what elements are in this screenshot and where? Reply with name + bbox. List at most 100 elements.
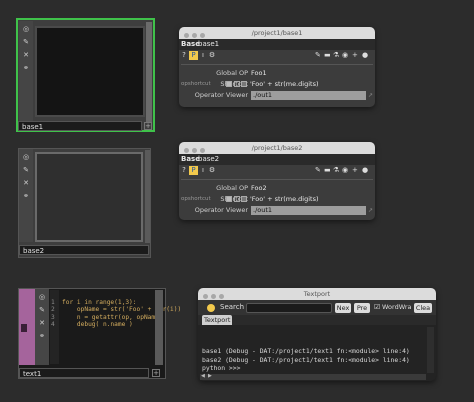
op-viewer: [35, 152, 143, 242]
textport-window[interactable]: Textport Search Nex Pre ☑ WordWra Clea T…: [198, 288, 436, 381]
ops-icon[interactable]: ◉: [342, 166, 348, 175]
right-handle-bar[interactable]: [145, 150, 150, 243]
textport-output[interactable]: base1 (Debug - DAT:/project1/text1 fn:<m…: [202, 338, 410, 373]
textport-tab-row: Textport: [198, 315, 436, 325]
cross-icon[interactable]: ✕: [21, 50, 31, 60]
add-icon[interactable]: +: [352, 166, 358, 175]
expression-field[interactable]: 'Foo' + str(me.digits): [250, 194, 319, 205]
link-icon[interactable]: ⚭: [21, 191, 31, 201]
horizontal-scrollbar[interactable]: [200, 374, 426, 380]
right-handle-bar[interactable]: [155, 290, 163, 365]
line-number: 4: [51, 320, 55, 328]
wordwrap-label: WordWra: [382, 303, 412, 311]
op-viewer: [35, 26, 145, 117]
line-number: 1: [51, 299, 55, 307]
info-icon[interactable]: ı: [200, 51, 206, 60]
gear-icon[interactable]: ⚙: [208, 51, 216, 60]
line-number: 3: [51, 313, 55, 321]
mode-toggle[interactable]: [226, 196, 232, 202]
comment-icon[interactable]: ▬: [324, 51, 331, 60]
param-row-viewer: Operator Viewer ./out1 ↗: [179, 90, 375, 101]
code-line: n = getattr(op, opName): [62, 313, 163, 321]
op-name-field[interactable]: base1: [198, 39, 219, 50]
dialog-title: /project1/base1: [251, 29, 303, 37]
op-header: Base base2: [179, 154, 375, 165]
op-name-label[interactable]: text1: [19, 368, 149, 378]
mode-toggle[interactable]: [234, 196, 240, 202]
ops-icon[interactable]: ◉: [342, 51, 348, 60]
link-icon[interactable]: ⚭: [37, 331, 47, 341]
param-value[interactable]: Foo1: [251, 68, 267, 79]
mode-toggle[interactable]: [234, 81, 240, 87]
wrench-icon[interactable]: ✎: [315, 166, 321, 175]
param-row-expression: opshortcut 'Foo' + str(me.digits): [179, 194, 375, 205]
mode-toggle[interactable]: [241, 81, 247, 87]
search-label: Search: [220, 303, 245, 311]
code-line: opName = str('Foo' + str(i)): [62, 306, 182, 314]
search-input[interactable]: [246, 303, 332, 313]
prev-button[interactable]: Pre: [354, 303, 370, 313]
python-icon[interactable]: P: [189, 51, 198, 60]
dat-in-connector[interactable]: [21, 324, 27, 332]
wrench-icon[interactable]: ✎: [315, 51, 321, 60]
cross-icon[interactable]: ✕: [21, 178, 31, 188]
param-value[interactable]: Foo2: [251, 183, 267, 194]
brush-icon[interactable]: ✎: [21, 165, 31, 175]
dot-icon[interactable]: ●: [362, 166, 368, 175]
dialog-titlebar[interactable]: /project1/base1: [179, 27, 375, 39]
viewer-field[interactable]: ./out1: [251, 91, 366, 100]
clear-button[interactable]: Clea: [414, 303, 432, 313]
brush-icon[interactable]: ✎: [37, 305, 47, 315]
code-line: debug( n.name ): [62, 320, 133, 328]
help-icon[interactable]: ?: [181, 51, 187, 60]
output-line: python >>>: [202, 364, 241, 373]
brush-icon[interactable]: ✎: [21, 37, 31, 47]
gear-icon[interactable]: ⚙: [208, 166, 216, 175]
comment-icon[interactable]: ▬: [324, 166, 331, 175]
python-icon[interactable]: P: [189, 166, 198, 175]
expression-field[interactable]: 'Foo' + str(me.digits): [250, 79, 319, 90]
vertical-scrollbar[interactable]: [427, 327, 434, 373]
param-row-shortcut: Global OP Shortcut Foo1: [179, 68, 375, 88]
param-code-name: opshortcut: [181, 81, 211, 87]
target-icon[interactable]: ◎: [37, 292, 47, 302]
dialog-toolbar: ? P ı ⚙ ✎ ▬ ⚗ ◉ + ●: [179, 165, 375, 176]
op-name-label[interactable]: base2: [19, 245, 149, 255]
op-name-field[interactable]: base2: [198, 154, 219, 165]
add-output-button[interactable]: +: [152, 369, 160, 377]
target-icon[interactable]: ◎: [21, 152, 31, 162]
textport-titlebar[interactable]: Textport: [198, 288, 436, 300]
wordwrap-checkbox[interactable]: ☑: [374, 304, 380, 311]
parameter-dialog-base2[interactable]: /project1/base2 Base base2 ? P ı ⚙ ✎ ▬ ⚗…: [179, 142, 375, 220]
op-header: Base base1: [179, 39, 375, 50]
link-icon[interactable]: ⚭: [21, 63, 31, 73]
parameter-dialog-base1[interactable]: /project1/base1 Base base1 ? P ı ⚙ ✎ ▬ ⚗…: [179, 27, 375, 107]
param-row-shortcut: Global OP Shortcut Foo2: [179, 183, 375, 203]
scroll-right-icon[interactable]: ▶: [208, 373, 212, 379]
next-button[interactable]: Nex: [335, 303, 351, 313]
mode-toggle[interactable]: [241, 196, 247, 202]
cross-icon[interactable]: ✕: [37, 318, 47, 328]
viewer-field[interactable]: ./out1: [251, 206, 366, 215]
textport-title: Textport: [303, 290, 331, 298]
add-icon[interactable]: +: [352, 51, 358, 60]
info-icon[interactable]: ı: [200, 166, 206, 175]
add-output-button[interactable]: +: [144, 122, 152, 130]
drag-icon[interactable]: ↗: [368, 205, 373, 216]
dialog-title: /project1/base2: [251, 144, 303, 152]
drag-icon[interactable]: ↗: [368, 90, 373, 101]
mode-toggle[interactable]: [226, 81, 232, 87]
target-icon[interactable]: ◎: [21, 24, 31, 34]
help-icon[interactable]: ?: [181, 166, 187, 175]
dot-icon[interactable]: ●: [362, 51, 368, 60]
code-editor[interactable]: for i in range(1,3): opName = str('Foo' …: [62, 292, 181, 328]
dialog-titlebar[interactable]: /project1/base2: [179, 142, 375, 154]
tab-textport[interactable]: Textport: [202, 315, 233, 325]
op-name-label[interactable]: base1: [18, 121, 142, 131]
compare-icon[interactable]: ⚗: [333, 166, 339, 175]
scroll-left-icon[interactable]: ◀: [201, 373, 205, 379]
python-icon[interactable]: [207, 304, 215, 312]
param-label: Operator Viewer: [194, 91, 248, 99]
compare-icon[interactable]: ⚗: [333, 51, 339, 60]
right-handle-bar[interactable]: [146, 22, 152, 122]
